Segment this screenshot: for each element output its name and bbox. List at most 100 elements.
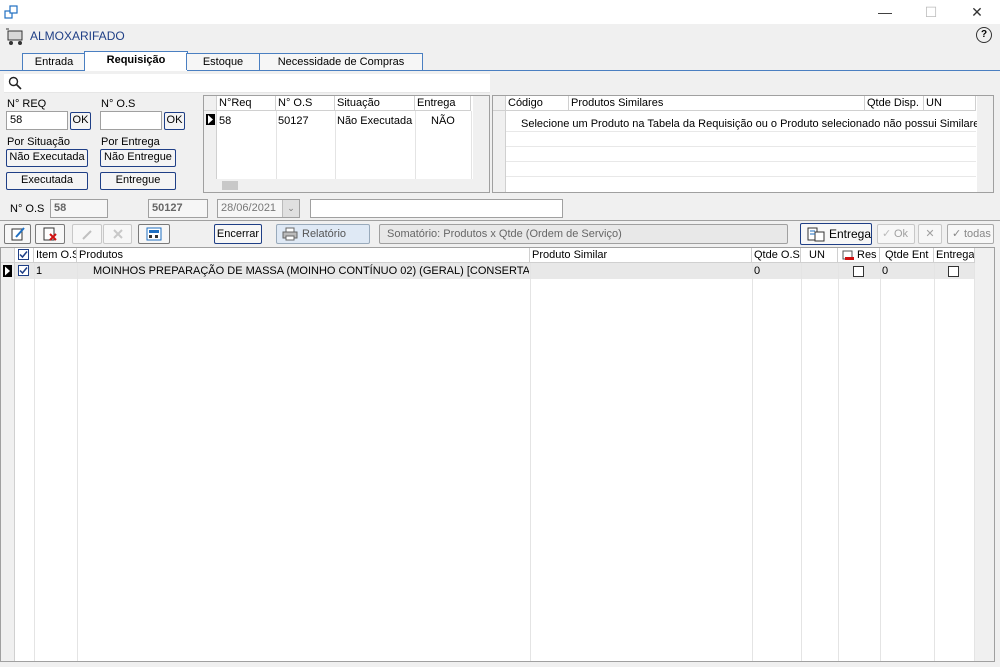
grid-corner (493, 96, 506, 111)
produto-cell[interactable]: MOINHOS PREPARAÇÃO DE MASSA (MOINHO CONT… (91, 264, 529, 279)
app-title: ALMOXARIFADO (30, 29, 125, 43)
col-codigo[interactable]: Código (506, 96, 569, 111)
col-item-os[interactable]: Item O.S (34, 248, 77, 263)
col-res-label: Res (857, 249, 877, 261)
printer-icon (282, 227, 298, 241)
col-select-all[interactable] (15, 248, 34, 263)
clear-icon: ✕ (925, 228, 935, 240)
qtde-ent-cell[interactable]: 0 (880, 264, 934, 279)
nos-ok-button[interactable]: OK (164, 112, 185, 130)
os-description-field[interactable] (310, 199, 563, 218)
req-grid-vscroll[interactable] (473, 96, 489, 179)
entrega-checkbox[interactable] (948, 266, 959, 277)
delete-button[interactable] (35, 224, 65, 244)
search-bar[interactable] (4, 74, 490, 93)
edit-icon (11, 227, 25, 241)
clear-button[interactable]: ✕ (918, 224, 942, 244)
col-nos[interactable]: N° O.S (276, 96, 335, 111)
col-entrega[interactable]: Entrega (415, 96, 471, 111)
qtde-os-cell[interactable]: 0 (752, 264, 801, 279)
app-window-icon (4, 5, 18, 19)
col-qtde-disp[interactable]: Qtde Disp. (865, 96, 924, 111)
items-grid-vscroll[interactable] (975, 248, 994, 661)
similar-empty-message: Selecione um Produto na Tabela da Requis… (521, 118, 979, 130)
items-grid[interactable]: Item O.S Produtos Produto Similar Qtde O… (0, 247, 995, 662)
res-checkbox[interactable] (853, 266, 864, 277)
relatorio-button[interactable]: Relatório (276, 224, 370, 244)
col-un[interactable]: UN (801, 248, 838, 263)
row-indicator-column (1, 263, 15, 661)
req-cell-situacao[interactable]: Não Executada (335, 114, 415, 129)
current-row-arrow-icon (206, 114, 215, 125)
requisition-grid[interactable]: N°Req N° O.S Situação Entrega 58 50127 N… (203, 95, 490, 193)
grid-corner (204, 96, 217, 111)
col-produtos[interactable]: Produtos (77, 248, 530, 263)
similar-grid-vscroll[interactable] (977, 96, 993, 192)
grid-corner (1, 248, 15, 263)
col-un[interactable]: UN (924, 96, 976, 111)
todas-button[interactable]: ✓ todas (947, 224, 994, 244)
nao-executada-button[interactable]: Não Executada (6, 149, 88, 167)
nreq-ok-button[interactable]: OK (70, 112, 91, 130)
tab-estoque[interactable]: Estoque (186, 53, 260, 70)
entrega-button[interactable]: Entrega (800, 223, 872, 245)
save-button[interactable] (72, 224, 102, 244)
row-select-checkbox[interactable] (18, 265, 29, 276)
delivery-icon (807, 227, 825, 242)
select-all-checkbox[interactable] (18, 249, 29, 260)
somatorio-button[interactable]: Somatório: Produtos x Qtde (Ordem de Ser… (379, 224, 788, 244)
save-icon (82, 230, 92, 240)
encerrar-button[interactable]: Encerrar (214, 224, 262, 244)
por-entrega-label: Por Entrega (101, 136, 160, 148)
req-cell-entrega[interactable]: NÃO (415, 114, 471, 129)
cancel-icon (112, 229, 123, 239)
item-os-cell[interactable]: 1 (34, 264, 77, 279)
calculator-button[interactable] (138, 224, 170, 244)
req-grid-hscroll[interactable] (204, 179, 489, 192)
reserve-icon (842, 250, 854, 260)
similar-products-grid[interactable]: Código Produtos Similares Qtde Disp. UN … (492, 95, 994, 193)
tab-requisicao[interactable]: Requisição (84, 51, 188, 71)
col-qtde-os[interactable]: Qtde O.S (752, 248, 801, 263)
req-cell-nos[interactable]: 50127 (276, 114, 335, 129)
search-icon[interactable] (8, 76, 22, 90)
row-indicator-column (493, 111, 506, 192)
executada-button[interactable]: Executada (6, 172, 88, 190)
check-icon: ✓ (882, 228, 892, 240)
calculator-icon (146, 227, 162, 241)
produto-similar-cell[interactable] (530, 264, 752, 279)
por-situacao-label: Por Situação (7, 136, 70, 148)
col-nreq[interactable]: N°Req (217, 96, 276, 111)
os-number-field: 58 (50, 199, 108, 218)
hscroll-thumb[interactable] (222, 181, 238, 190)
maximize-button[interactable]: ☐ (916, 2, 946, 22)
nao-entregue-button[interactable]: Não Entregue (100, 149, 176, 167)
os-label: N° O.S (10, 203, 45, 215)
current-row-arrow-icon (3, 265, 12, 277)
tab-entrada[interactable]: Entrada (22, 53, 86, 70)
check-all-icon: ✓ (952, 228, 962, 240)
relatorio-label: Relatório (302, 228, 347, 240)
entregue-button[interactable]: Entregue (100, 172, 176, 190)
nreq-input[interactable]: 58 (6, 111, 68, 130)
close-button[interactable]: ✕ (962, 2, 992, 22)
todas-label: todas (964, 228, 991, 240)
col-qtde-ent[interactable]: Qtde Ent (880, 248, 934, 263)
nos-input[interactable] (100, 111, 162, 130)
col-res[interactable]: Res (838, 248, 880, 263)
minimize-button[interactable]: — (870, 2, 900, 22)
cancel-button[interactable] (103, 224, 132, 244)
os-code-field: 50127 (148, 199, 208, 218)
col-produto-similar[interactable]: Produto Similar (530, 248, 752, 263)
col-entrega[interactable]: Entrega (934, 248, 975, 263)
app-header (0, 24, 1000, 48)
date-dropdown-icon[interactable]: ⌄ (282, 200, 299, 217)
col-produtos-similares[interactable]: Produtos Similares (569, 96, 865, 111)
un-cell[interactable] (801, 264, 838, 279)
tab-necessidade-compras[interactable]: Necessidade de Compras (259, 53, 423, 70)
help-icon[interactable]: ? (976, 27, 992, 43)
ok-button[interactable]: ✓ Ok (877, 224, 915, 244)
req-cell-nreq[interactable]: 58 (217, 114, 276, 129)
col-situacao[interactable]: Situação (335, 96, 415, 111)
edit-button[interactable] (4, 224, 31, 244)
